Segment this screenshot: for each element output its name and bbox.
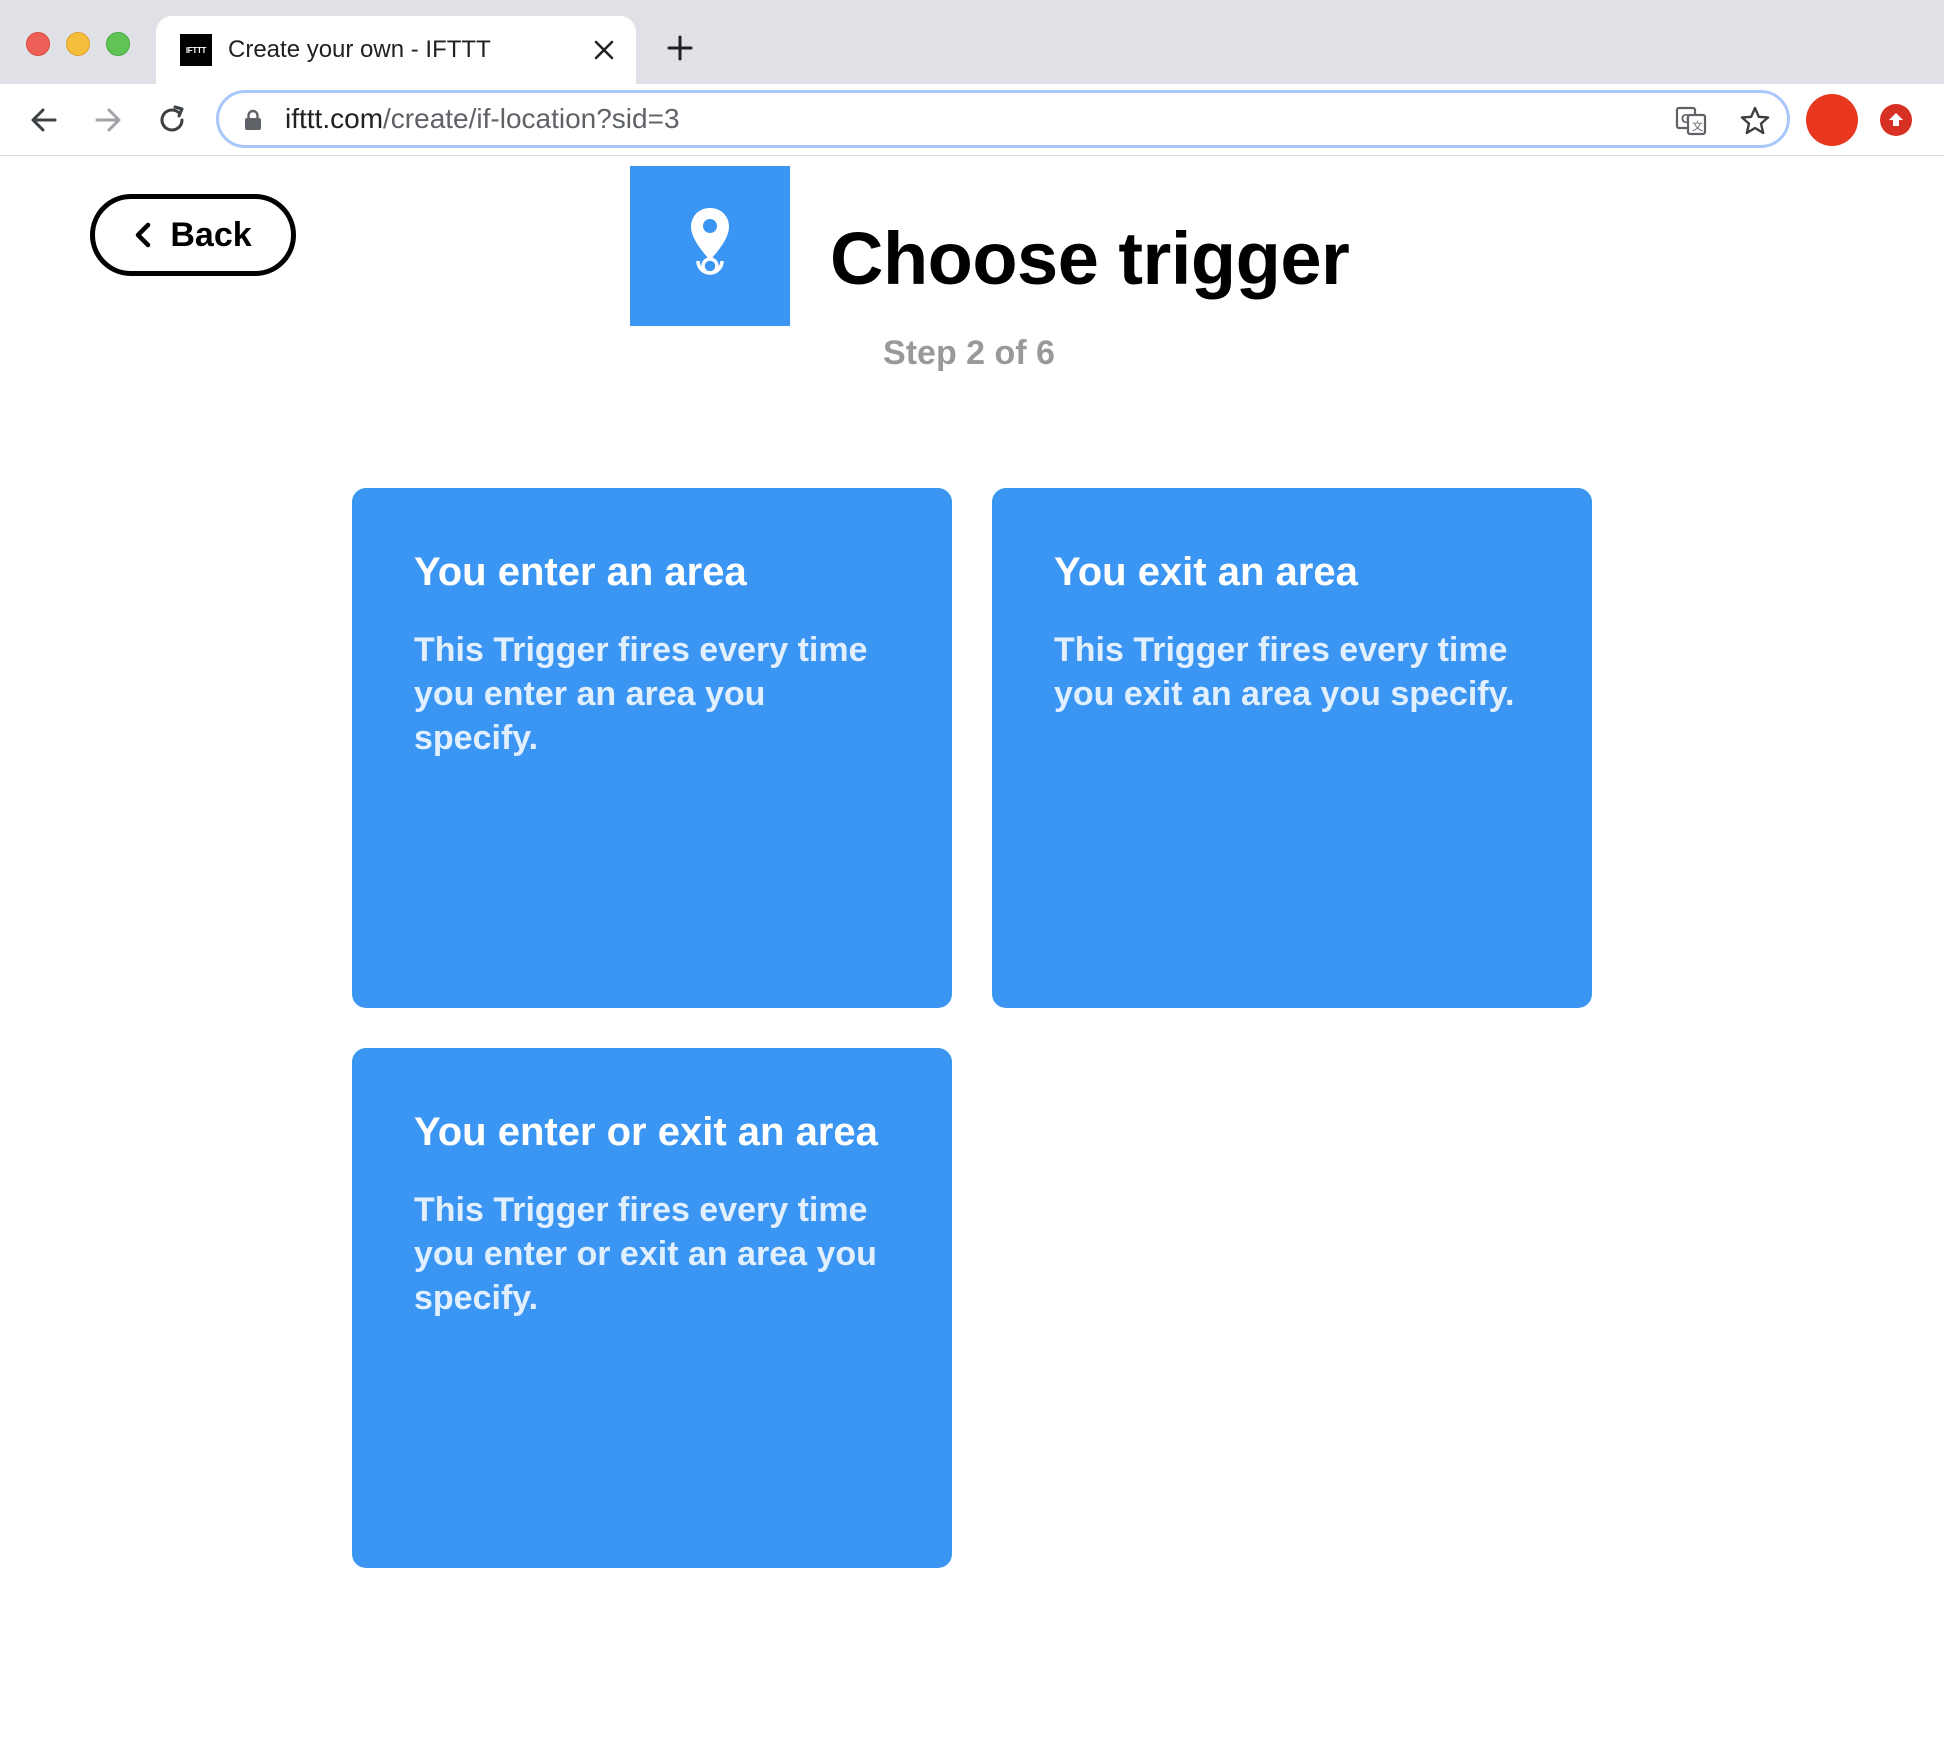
translate-icon[interactable]: G文 (1673, 103, 1709, 139)
lock-icon (243, 109, 263, 131)
page-title: Choose trigger (830, 217, 1350, 300)
trigger-card-exit-area[interactable]: You exit an area This Trigger fires ever… (992, 488, 1592, 1008)
upload-extension-icon[interactable] (1880, 104, 1912, 136)
trigger-description: This Trigger fires every time you enter … (414, 631, 868, 757)
page-content: Back Choose trigger Step 2 of 6 You ente… (0, 157, 1944, 1754)
trigger-description: This Trigger fires every time you exit a… (1054, 631, 1515, 713)
reload-icon[interactable] (154, 102, 190, 138)
step-indicator: Step 2 of 6 (0, 333, 1944, 373)
trigger-card-enter-area[interactable]: You enter an area This Trigger fires eve… (352, 488, 952, 1008)
step-indicator-text: Step 2 of 6 (883, 334, 1055, 372)
extension-icon[interactable] (1806, 94, 1858, 146)
tab-title: Create your own - IFTTT (228, 36, 491, 63)
url-text[interactable]: ifttt.com/create/if-location?sid=3 (285, 101, 680, 137)
ifttt-favicon-icon: IFTTT (180, 34, 212, 66)
browser-toolbar: ifttt.com/create/if-location?sid=3 G文 (0, 84, 1944, 156)
trigger-card-enter-or-exit-area[interactable]: You enter or exit an area This Trigger f… (352, 1048, 952, 1568)
trigger-title: You enter or exit an area (414, 1110, 878, 1154)
browser-tab[interactable]: IFTTT Create your own - IFTTT (156, 16, 636, 84)
url-host: ifttt.com (285, 103, 384, 134)
address-bar[interactable]: ifttt.com/create/if-location?sid=3 G文 (216, 90, 1790, 148)
trigger-title: You enter an area (414, 550, 747, 594)
new-tab-plus-icon[interactable] (664, 32, 696, 64)
browser-tab-strip: IFTTT Create your own - IFTTT (0, 0, 1944, 84)
svg-text:文: 文 (1692, 119, 1703, 133)
trigger-title: You exit an area (1054, 550, 1358, 594)
star-icon[interactable] (1737, 103, 1773, 139)
back-button[interactable]: Back (90, 194, 296, 276)
window-close-button[interactable] (26, 32, 50, 56)
location-service-tile (630, 166, 790, 326)
arrow-left-icon[interactable] (26, 102, 62, 138)
location-pin-icon (691, 208, 729, 275)
close-icon[interactable] (588, 34, 620, 66)
back-button-label: Back (170, 215, 252, 254)
url-path: /create/if-location?sid=3 (383, 103, 680, 134)
arrow-right-icon[interactable] (90, 102, 126, 138)
window-zoom-button[interactable] (106, 32, 130, 56)
trigger-description: This Trigger fires every time you enter … (414, 1191, 877, 1317)
window-minimize-button[interactable] (66, 32, 90, 56)
chevron-left-icon (136, 222, 151, 248)
